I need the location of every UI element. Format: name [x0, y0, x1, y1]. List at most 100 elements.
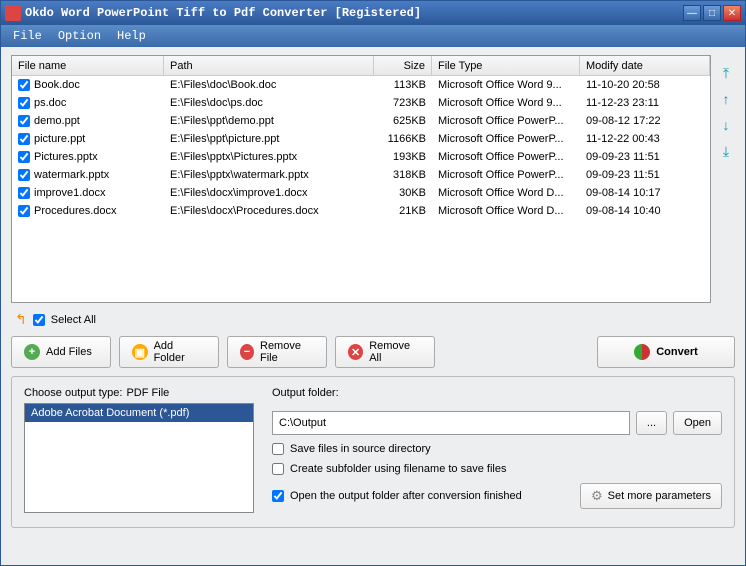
- file-size: 625KB: [374, 114, 432, 128]
- row-checkbox[interactable]: [18, 205, 30, 217]
- file-type: Microsoft Office PowerP...: [432, 132, 580, 146]
- table-row[interactable]: demo.pptE:\Files\ppt\demo.ppt625KBMicros…: [12, 112, 710, 130]
- file-size: 193KB: [374, 150, 432, 164]
- table-row[interactable]: Book.docE:\Files\doc\Book.doc113KBMicros…: [12, 76, 710, 94]
- row-checkbox[interactable]: [18, 97, 30, 109]
- select-all-row: ↰ Select All: [11, 309, 735, 330]
- file-size: 723KB: [374, 96, 432, 110]
- settings-panel: Choose output type: PDF File Adobe Acrob…: [11, 376, 735, 528]
- row-checkbox[interactable]: [18, 133, 30, 145]
- file-date: 09-09-23 11:51: [580, 150, 710, 164]
- plus-icon: +: [24, 344, 40, 360]
- file-size: 30KB: [374, 186, 432, 200]
- file-name: Book.doc: [34, 79, 80, 91]
- file-name: ps.doc: [34, 97, 66, 109]
- file-type: Microsoft Office PowerP...: [432, 150, 580, 164]
- create-subfolder-checkbox[interactable]: [272, 463, 284, 475]
- app-window: Okdo Word PowerPoint Tiff to Pdf Convert…: [0, 0, 746, 566]
- file-name: picture.ppt: [34, 133, 85, 145]
- file-date: 11-12-23 23:11: [580, 96, 710, 110]
- action-buttons: +Add Files ▣Add Folder −Remove File ✕Rem…: [11, 336, 735, 368]
- arrow-up-icon: ↰: [15, 311, 27, 328]
- file-list[interactable]: File name Path Size File Type Modify dat…: [11, 55, 711, 303]
- output-type-label: Choose output type: PDF File: [24, 387, 254, 399]
- move-up-button[interactable]: ↑: [718, 91, 734, 107]
- browse-button[interactable]: ...: [636, 411, 667, 435]
- output-folder-section: Output folder: ... Open Save files in so…: [272, 387, 722, 513]
- move-top-button[interactable]: ⤒: [718, 65, 734, 81]
- row-checkbox[interactable]: [18, 115, 30, 127]
- close-button[interactable]: ✕: [723, 5, 741, 21]
- app-icon: [5, 5, 21, 21]
- list-body: Book.docE:\Files\doc\Book.doc113KBMicros…: [12, 76, 710, 220]
- open-after-checkbox[interactable]: [272, 490, 284, 502]
- table-row[interactable]: Pictures.pptx E:\Files\pptx\Pictures.pptx…: [12, 148, 710, 166]
- table-row[interactable]: improve1.docxE:\Files\docx\improve1.docx…: [12, 184, 710, 202]
- col-header-date[interactable]: Modify date: [580, 56, 710, 75]
- file-type: Microsoft Office PowerP...: [432, 168, 580, 182]
- save-source-checkbox[interactable]: [272, 443, 284, 455]
- create-subfolder-row: Create subfolder using filename to save …: [272, 463, 722, 475]
- titlebar: Okdo Word PowerPoint Tiff to Pdf Convert…: [1, 1, 745, 25]
- col-header-name[interactable]: File name: [12, 56, 164, 75]
- table-row[interactable]: watermark.pptxE:\Files\pptx\watermark.pp…: [12, 166, 710, 184]
- col-header-size[interactable]: Size: [374, 56, 432, 75]
- output-folder-input[interactable]: [272, 411, 630, 435]
- col-header-path[interactable]: Path: [164, 56, 374, 75]
- open-after-row: Open the output folder after conversion …: [272, 483, 722, 509]
- menu-file[interactable]: File: [5, 26, 50, 46]
- menubar: File Option Help: [1, 25, 745, 47]
- menu-help[interactable]: Help: [109, 26, 154, 46]
- file-name: Procedures.docx: [34, 205, 117, 217]
- row-checkbox[interactable]: [18, 187, 30, 199]
- maximize-button[interactable]: □: [703, 5, 721, 21]
- file-path: E:\Files\pptx\Pictures.pptx: [164, 150, 374, 164]
- window-title: Okdo Word PowerPoint Tiff to Pdf Convert…: [25, 6, 421, 20]
- select-all-checkbox[interactable]: [33, 314, 45, 326]
- create-subfolder-label: Create subfolder using filename to save …: [290, 463, 506, 475]
- file-date: 09-09-23 11:51: [580, 168, 710, 182]
- row-checkbox[interactable]: [18, 169, 30, 181]
- table-row[interactable]: ps.docE:\Files\doc\ps.doc723KBMicrosoft …: [12, 94, 710, 112]
- file-type: Microsoft Office Word D...: [432, 204, 580, 218]
- file-name: Pictures.pptx: [34, 151, 98, 163]
- table-row[interactable]: Procedures.docx E:\Files\docx\Procedures.…: [12, 202, 710, 220]
- output-folder-row: ... Open: [272, 411, 722, 435]
- output-type-list[interactable]: Adobe Acrobat Document (*.pdf): [24, 403, 254, 513]
- add-files-button[interactable]: +Add Files: [11, 336, 111, 368]
- x-icon: ✕: [348, 344, 363, 360]
- open-folder-button[interactable]: Open: [673, 411, 722, 435]
- row-checkbox[interactable]: [18, 79, 30, 91]
- minus-icon: −: [240, 344, 254, 360]
- remove-all-button[interactable]: ✕Remove All: [335, 336, 435, 368]
- file-date: 11-12-22 00:43: [580, 132, 710, 146]
- file-path: E:\Files\docx\Procedures.docx: [164, 204, 374, 218]
- file-size: 113KB: [374, 78, 432, 92]
- col-header-type[interactable]: File Type: [432, 56, 580, 75]
- file-size: 1166KB: [374, 132, 432, 146]
- save-source-row: Save files in source directory: [272, 443, 722, 455]
- table-row[interactable]: picture.pptE:\Files\ppt\picture.ppt1166K…: [12, 130, 710, 148]
- file-type: Microsoft Office Word 9...: [432, 78, 580, 92]
- set-parameters-button[interactable]: ⚙Set more parameters: [580, 483, 722, 509]
- minimize-button[interactable]: —: [683, 5, 701, 21]
- file-path: E:\Files\ppt\demo.ppt: [164, 114, 374, 128]
- output-type-section: Choose output type: PDF File Adobe Acrob…: [24, 387, 254, 513]
- file-size: 21KB: [374, 204, 432, 218]
- file-name: demo.ppt: [34, 115, 80, 127]
- file-path: E:\Files\doc\ps.doc: [164, 96, 374, 110]
- window-controls: — □ ✕: [683, 5, 741, 21]
- convert-button[interactable]: Convert: [597, 336, 735, 368]
- content-area: File name Path Size File Type Modify dat…: [1, 47, 745, 565]
- output-type-item[interactable]: Adobe Acrobat Document (*.pdf): [25, 404, 253, 422]
- add-folder-button[interactable]: ▣Add Folder: [119, 336, 219, 368]
- row-checkbox[interactable]: [18, 151, 30, 163]
- move-down-button[interactable]: ↓: [718, 117, 734, 133]
- move-bottom-button[interactable]: ⤓: [718, 143, 734, 159]
- convert-icon: [634, 344, 650, 360]
- file-path: E:\Files\docx\improve1.docx: [164, 186, 374, 200]
- file-date: 09-08-12 17:22: [580, 114, 710, 128]
- remove-file-button[interactable]: −Remove File: [227, 336, 327, 368]
- file-type: Microsoft Office Word D...: [432, 186, 580, 200]
- menu-option[interactable]: Option: [50, 26, 109, 46]
